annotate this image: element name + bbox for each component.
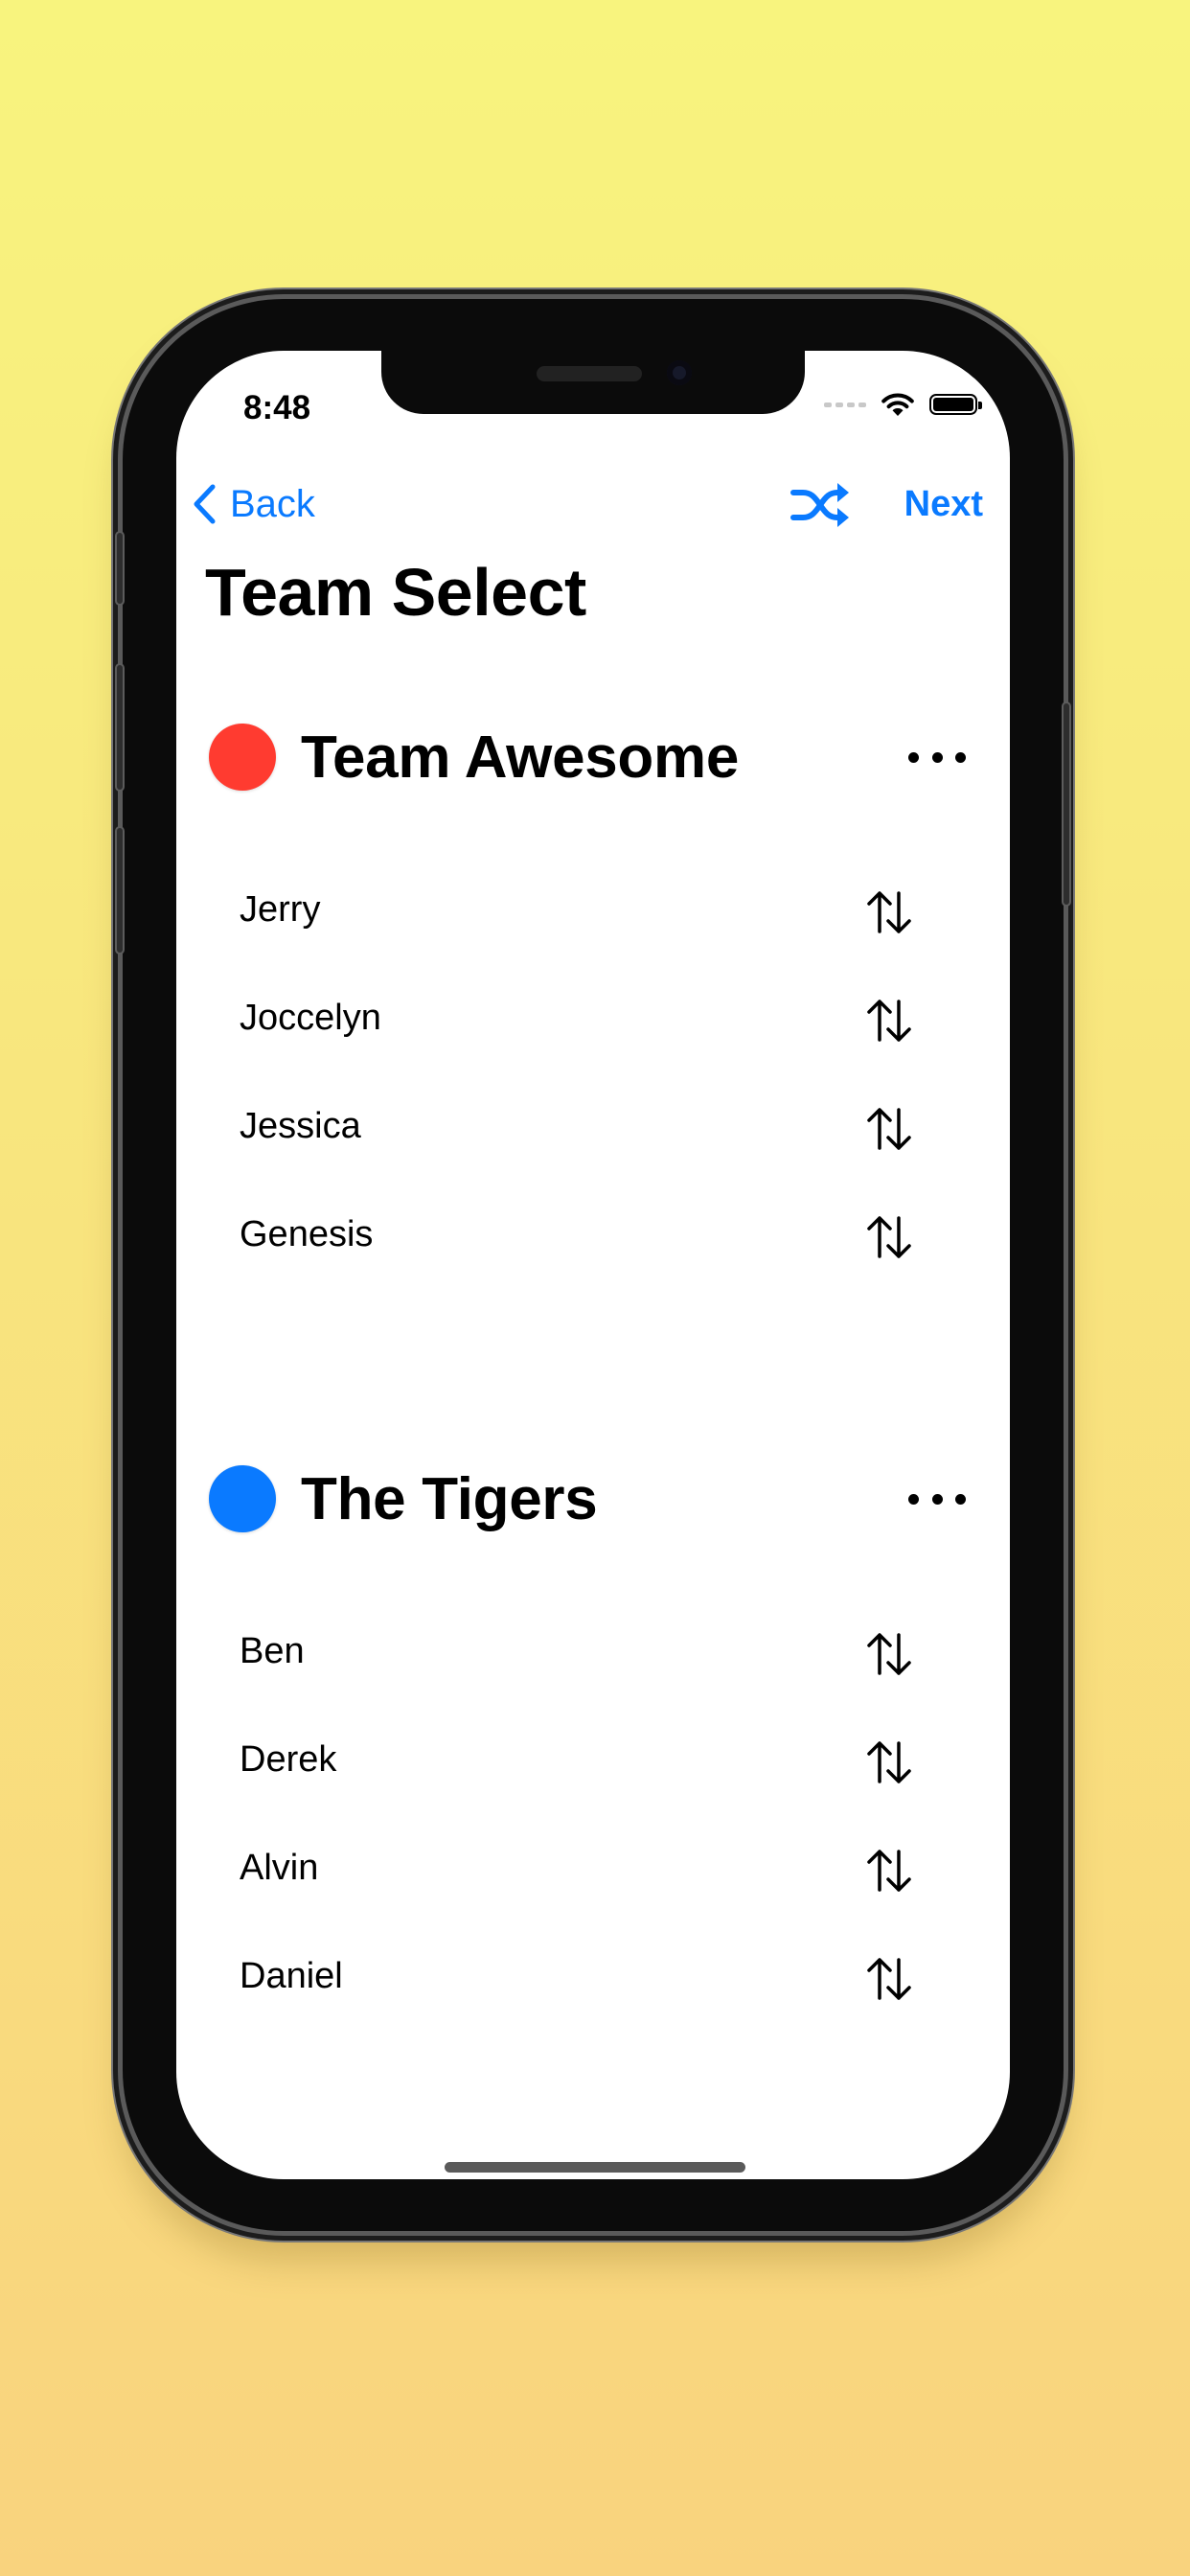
member-name: Ben	[240, 1631, 305, 1671]
earpiece-speaker	[537, 366, 642, 381]
notch	[381, 351, 805, 414]
front-camera	[667, 360, 692, 385]
ellipsis-icon[interactable]	[908, 1480, 966, 1518]
back-button-label: Back	[230, 482, 315, 525]
member-name: Derek	[240, 1739, 337, 1780]
team-color-dot[interactable]	[209, 1465, 276, 1532]
arrow-up-down-icon[interactable]	[860, 1100, 918, 1158]
volume-down-button	[115, 826, 125, 954]
arrow-up-down-icon[interactable]	[860, 1208, 918, 1266]
member-name: Jessica	[240, 1106, 361, 1146]
wifi-icon	[881, 393, 914, 416]
shuffle-icon[interactable]	[790, 481, 851, 529]
status-icons	[824, 391, 982, 418]
page-title: Team Select	[205, 555, 586, 630]
volume-up-button	[115, 663, 125, 792]
next-button[interactable]: Next	[904, 466, 983, 542]
member-name: Alvin	[240, 1848, 319, 1888]
back-button[interactable]: Back	[192, 466, 315, 542]
ellipsis-icon[interactable]	[908, 738, 966, 776]
team-header: Team Awesome	[209, 719, 985, 795]
arrow-up-down-icon[interactable]	[860, 1625, 918, 1683]
team-member-row: Alvin	[176, 1823, 1010, 1919]
member-name: Jerry	[240, 889, 321, 930]
team-name: Team Awesome	[301, 724, 740, 791]
cellular-signal-icon	[824, 402, 866, 407]
screen: 8:48 Back Next Team Select Team Awesome …	[176, 351, 1010, 2179]
team-name: The Tigers	[301, 1465, 598, 1532]
phone-frame: 8:48 Back Next Team Select Team Awesome …	[115, 299, 1071, 2231]
member-name: Joccelyn	[240, 998, 381, 1038]
arrow-up-down-icon[interactable]	[860, 1950, 918, 2008]
team-member-row: Derek	[176, 1714, 1010, 1810]
chevron-left-icon	[194, 484, 216, 524]
team-member-row: Ben	[176, 1606, 1010, 1702]
home-indicator[interactable]	[445, 2162, 745, 2173]
power-button	[1062, 702, 1071, 907]
team-member-row: Joccelyn	[176, 973, 1010, 1069]
battery-icon	[929, 394, 982, 415]
team-color-dot[interactable]	[209, 724, 276, 791]
silent-switch	[115, 531, 125, 606]
member-name: Daniel	[240, 1956, 343, 1996]
arrow-up-down-icon[interactable]	[860, 884, 918, 941]
team-header: The Tigers	[209, 1460, 985, 1537]
arrow-up-down-icon[interactable]	[860, 1734, 918, 1791]
navigation-bar: Back Next	[176, 466, 1010, 542]
member-name: Genesis	[240, 1214, 374, 1254]
status-time: 8:48	[243, 389, 311, 426]
arrow-up-down-icon[interactable]	[860, 1842, 918, 1899]
team-member-row: Jessica	[176, 1081, 1010, 1177]
team-member-row: Jerry	[176, 864, 1010, 960]
team-member-row: Daniel	[176, 1931, 1010, 2027]
team-member-row: Genesis	[176, 1189, 1010, 1285]
arrow-up-down-icon[interactable]	[860, 992, 918, 1049]
